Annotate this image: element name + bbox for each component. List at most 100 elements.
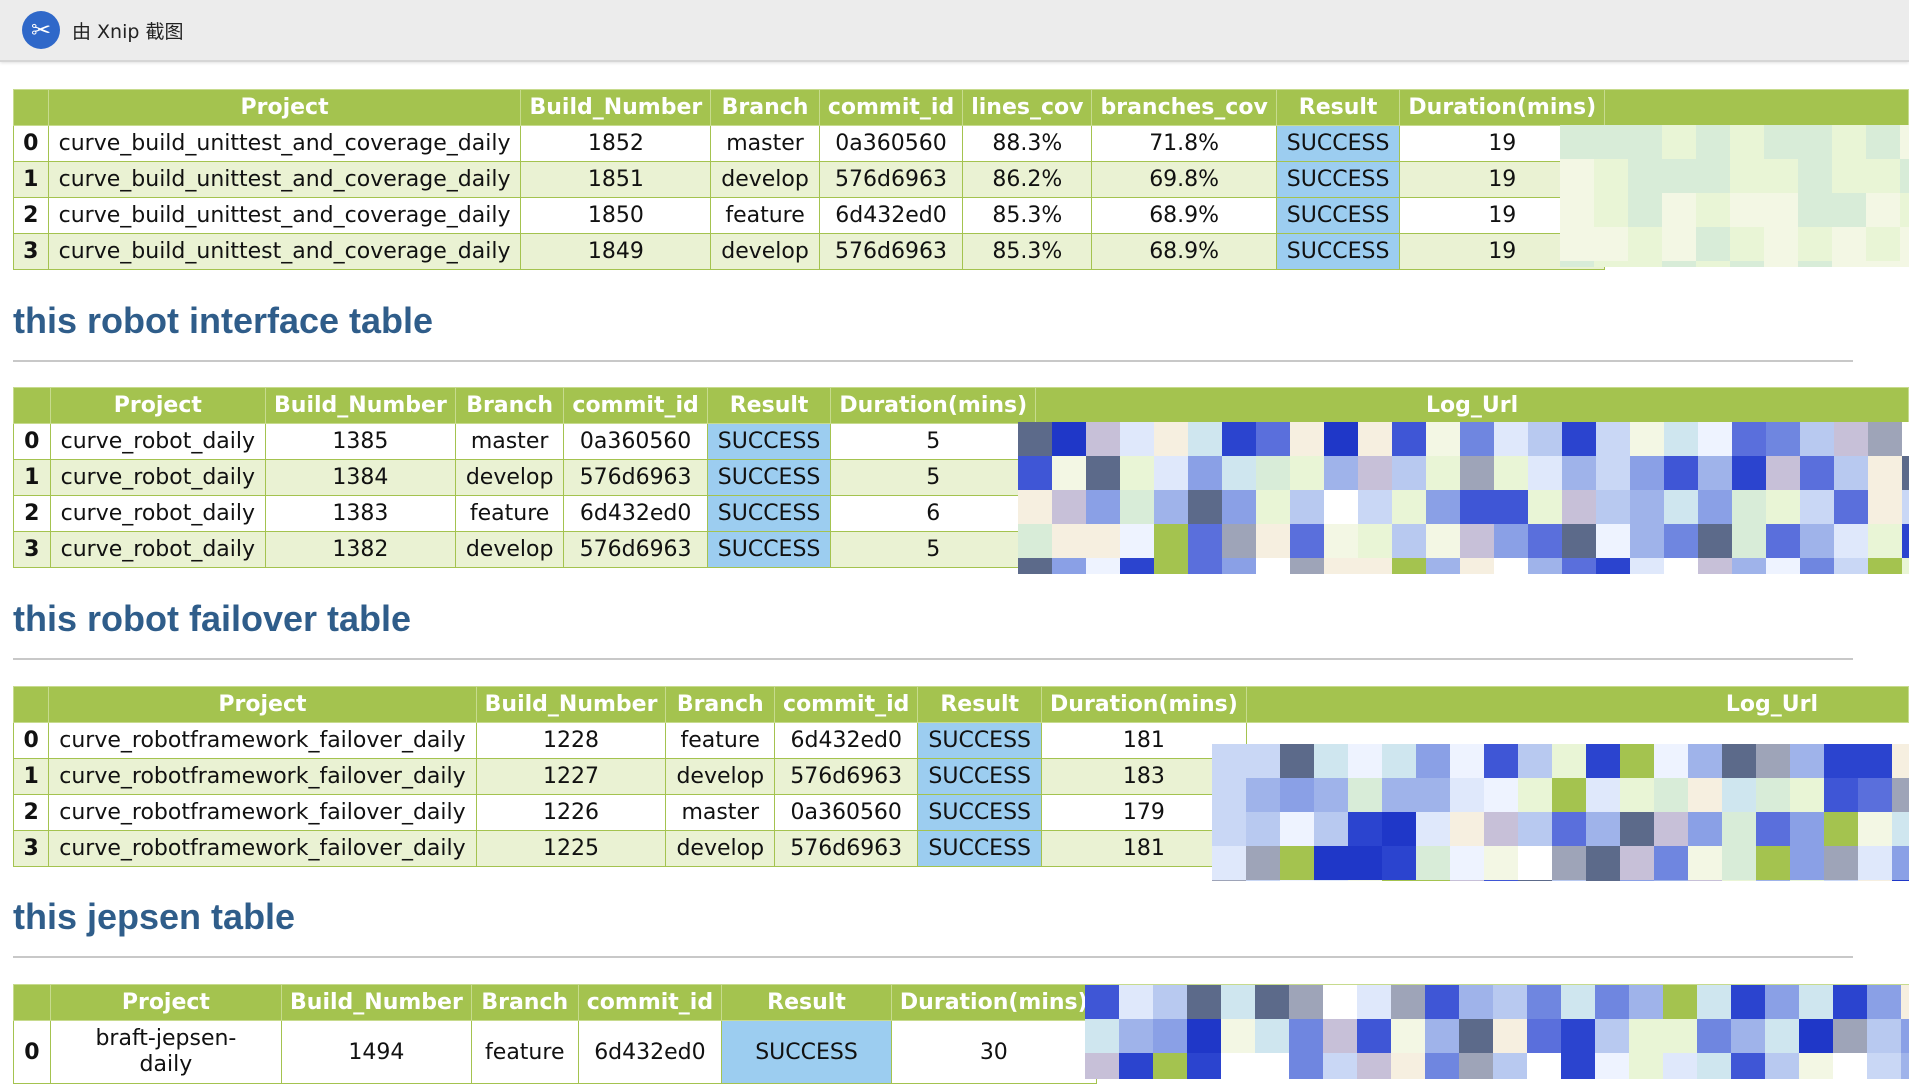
redaction-tile [1280, 846, 1314, 880]
redaction-tile [1212, 880, 1246, 881]
redaction-tile [1790, 744, 1824, 778]
redaction-tile [1561, 985, 1595, 1019]
xnip-logo-icon[interactable]: ✂ [22, 11, 60, 49]
lines-cov-cell: 85.3% [962, 197, 1093, 234]
redaction-tile [1528, 490, 1562, 524]
branch-cell: develop [665, 830, 776, 867]
redaction-tile [1698, 422, 1732, 456]
redaction-tile [1630, 558, 1664, 574]
redaction-tile [1358, 558, 1392, 574]
redaction-tile [1255, 985, 1289, 1019]
redaction-tile [1766, 558, 1800, 574]
redaction-tile [1416, 880, 1450, 881]
col-index-header [13, 387, 51, 424]
redaction-tile [1868, 422, 1902, 456]
redaction-tile [1527, 985, 1561, 1019]
redaction-tile [1892, 812, 1909, 846]
redaction-tile [1391, 1053, 1425, 1079]
project-cell: curve_robot_daily [49, 423, 267, 460]
redaction-tile [1586, 846, 1620, 880]
redaction-tile [1391, 985, 1425, 1019]
table-header-row: Project Build_Number Branch commit_id li… [13, 89, 1909, 126]
branch-cell: feature [665, 722, 776, 759]
redaction-tile [1798, 159, 1832, 193]
row-index: 0 [13, 423, 51, 460]
redaction-tile [1222, 490, 1256, 524]
row-index: 0 [12, 722, 50, 759]
redaction-tile [1697, 1019, 1731, 1053]
branches-cov-cell: 71.8% [1091, 125, 1277, 162]
redaction-tile [1314, 778, 1348, 812]
redaction-tile [1628, 227, 1662, 261]
redaction-tile [1799, 1053, 1833, 1079]
build-number-cell: 1494 [281, 1020, 472, 1084]
redaction-tile [1629, 1053, 1663, 1079]
redaction-tile [1595, 1053, 1629, 1079]
redaction-tile [1664, 558, 1698, 574]
redaction-tile [1348, 846, 1382, 880]
redaction-tile [1119, 985, 1153, 1019]
duration-cell: 30 [890, 1020, 1097, 1084]
commit-id-cell: 576d6963 [563, 459, 708, 496]
redaction-tile [1494, 524, 1528, 558]
redaction-tile [1688, 812, 1722, 846]
result-cell: SUCCESS [721, 1020, 892, 1084]
redaction-tile [1416, 744, 1450, 778]
redaction-tile [1392, 558, 1426, 574]
result-cell: SUCCESS [706, 459, 832, 496]
redaction-tile [1900, 261, 1909, 267]
redaction-tile [1730, 227, 1764, 261]
result-cell: SUCCESS [917, 794, 1043, 831]
result-cell: SUCCESS [1275, 233, 1401, 270]
redaction-tile [1765, 1053, 1799, 1079]
redaction-tile [1722, 880, 1756, 881]
redaction-tile [1246, 778, 1280, 812]
redaction-tile [1348, 812, 1382, 846]
redaction-tile [1586, 744, 1620, 778]
redaction-tile [1392, 456, 1426, 490]
redaction-tile [1552, 880, 1586, 881]
redaction-mosaic-3 [1212, 744, 1909, 881]
redaction-tile [1324, 422, 1358, 456]
redaction-tile [1900, 159, 1909, 193]
row-index: 0 [13, 1020, 51, 1084]
build-number-cell: 1852 [520, 125, 712, 162]
redaction-tile [1246, 812, 1280, 846]
redaction-tile [1280, 880, 1314, 881]
redaction-tile [1460, 456, 1494, 490]
redaction-tile [1832, 125, 1866, 159]
redaction-tile [1289, 1019, 1323, 1053]
redaction-tile [1153, 1053, 1187, 1079]
commit-id-cell: 576d6963 [774, 830, 919, 867]
redaction-tile [1866, 159, 1900, 193]
redaction-tile [1052, 456, 1086, 490]
redaction-tile [1662, 159, 1696, 193]
redaction-tile [1620, 778, 1654, 812]
redaction-tile [1221, 985, 1255, 1019]
redaction-tile [1425, 1053, 1459, 1079]
redaction-tile [1561, 1019, 1595, 1053]
redaction-tile [1494, 422, 1528, 456]
col-project-header: Project [49, 387, 267, 424]
redaction-tile [1696, 159, 1730, 193]
col-log-url-header: Log_Url [1035, 387, 1909, 424]
redaction-tile [1484, 778, 1518, 812]
redaction-tile [1892, 846, 1909, 880]
redaction-tile [1426, 422, 1460, 456]
redaction-tile [1085, 985, 1119, 1019]
branch-cell: master [454, 423, 565, 460]
col-project-header: Project [47, 89, 522, 126]
redaction-tile [1212, 744, 1246, 778]
redaction-tile [1654, 778, 1688, 812]
redaction-tile [1868, 456, 1902, 490]
col-commit-id-header: commit_id [818, 89, 964, 126]
redaction-tile [1518, 778, 1552, 812]
redaction-tile [1018, 422, 1052, 456]
section-title-robot-interface: this robot interface table [13, 300, 434, 341]
redaction-tile [1290, 422, 1324, 456]
redaction-tile [1858, 846, 1892, 880]
col-duration-header: Duration(mins) [890, 984, 1097, 1021]
build-number-cell: 1225 [475, 830, 667, 867]
duration-cell: 5 [830, 423, 1037, 460]
redaction-tile [1425, 1019, 1459, 1053]
